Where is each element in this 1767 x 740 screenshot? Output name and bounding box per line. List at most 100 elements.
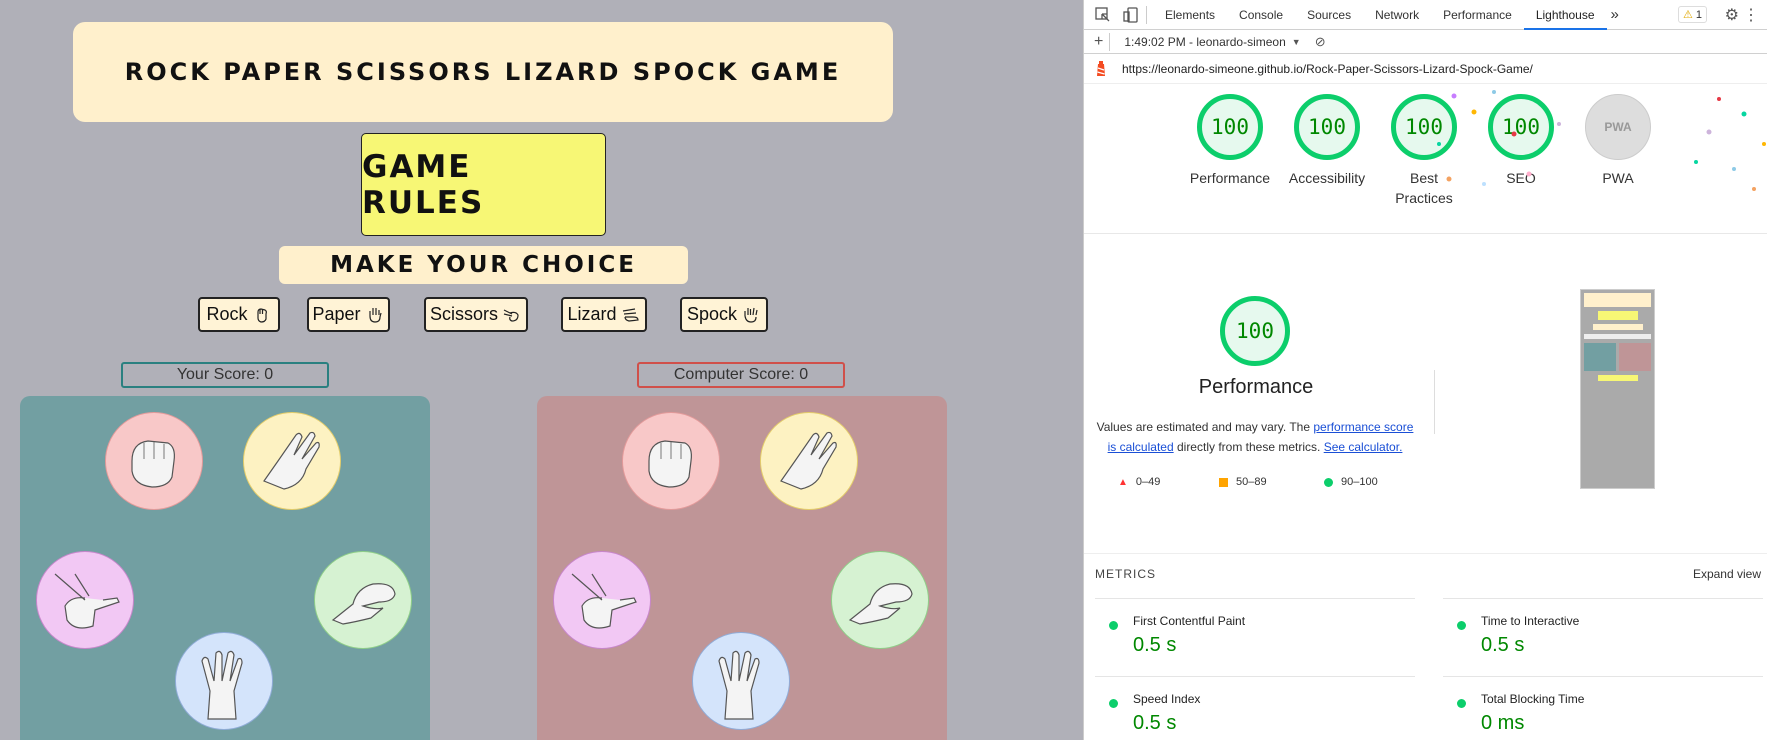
circle-icon [1324, 477, 1333, 487]
dropdown-arrow-icon[interactable]: ▼ [1292, 37, 1301, 47]
inspect-icon[interactable] [1094, 6, 1112, 24]
scissors-hand-icon [54, 573, 120, 629]
toolbar-divider [1146, 5, 1147, 24]
performance-note: Values are estimated and may vary. The p… [1095, 417, 1415, 457]
thumb-choice [1592, 324, 1643, 330]
metric-total-blocking-time: Total Blocking Time 0 ms [1443, 676, 1763, 740]
performance-score-gauge: 100 [1220, 296, 1290, 366]
more-tabs-button[interactable]: » [1607, 0, 1623, 30]
lizard-hand-icon [848, 583, 913, 625]
audited-url-bar: https://leonardo-simeone.github.io/Rock-… [1084, 54, 1767, 84]
metrics-heading: METRICS [1095, 567, 1156, 581]
metric-name: Time to Interactive [1481, 614, 1580, 628]
tab-console[interactable]: Console [1227, 0, 1295, 30]
scissors-button[interactable]: Scissors [424, 297, 528, 332]
vulcan-salute-icon [744, 307, 758, 323]
lizard-hand-icon [622, 307, 639, 322]
performance-title: Performance [1198, 376, 1314, 398]
paper-label: Paper [312, 304, 361, 324]
lizard-hand-icon [331, 583, 396, 625]
scissors-hand-icon [571, 573, 637, 629]
toolbar-divider [1109, 32, 1111, 51]
spock-label: Spock [686, 304, 738, 324]
computer-lizard-choice [831, 551, 929, 649]
computer-scissors-choice [553, 551, 651, 649]
make-choice-heading: MAKE YOUR CHOICE [279, 246, 688, 284]
tab-sources[interactable]: Sources [1295, 0, 1363, 30]
audited-url[interactable]: https://leonardo-simeone.github.io/Rock-… [1122, 62, 1533, 76]
performance-section: 100 Performance Values are estimated and… [1084, 234, 1767, 554]
computer-paper-choice [760, 412, 858, 510]
legend-label: 0–49 [1135, 476, 1161, 488]
computer-board [537, 396, 947, 740]
warning-icon: ⚠ [1682, 9, 1693, 21]
player-lizard-choice[interactable] [314, 551, 412, 649]
pass-dot-icon [1109, 621, 1118, 630]
score-gauges: 100 Performance 100 Accessibility 100 Be… [1084, 84, 1767, 234]
expand-view-toggle[interactable]: Expand view [1693, 567, 1761, 581]
computer-spock-choice [692, 632, 790, 730]
thumb-title [1584, 293, 1651, 307]
metric-value: 0 ms [1481, 712, 1525, 734]
triangle-icon: ▲ [1118, 476, 1128, 488]
see-calculator-link[interactable]: See calculator. [1324, 440, 1403, 454]
pass-dot-icon [1109, 699, 1118, 708]
metric-value: 0.5 s [1481, 634, 1525, 656]
game-title-banner: ROCK PAPER SCISSORS LIZARD SPOCK GAME [73, 22, 893, 122]
section-divider [1434, 370, 1435, 434]
device-toggle-icon[interactable] [1122, 6, 1140, 24]
legend-average: 50–89 [1219, 476, 1267, 488]
lizard-label: Lizard [567, 304, 617, 324]
metric-name: First Contentful Paint [1133, 614, 1246, 628]
rock-button[interactable]: Rock [198, 297, 280, 332]
legend-fail: ▲ 0–49 [1118, 476, 1160, 488]
metric-name: Total Blocking Time [1481, 692, 1585, 706]
settings-gear-icon[interactable]: ⚙ [1725, 5, 1739, 25]
lizard-button[interactable]: Lizard [561, 297, 647, 332]
gauge-performance[interactable]: 100 Performance [1180, 94, 1280, 188]
tab-lighthouse[interactable]: Lighthouse [1523, 0, 1607, 30]
tab-performance[interactable]: Performance [1431, 0, 1524, 30]
computer-score: Computer Score: 0 [637, 362, 845, 388]
game-page: ROCK PAPER SCISSORS LIZARD SPOCK GAME GA… [0, 0, 1083, 740]
player-spock-choice[interactable] [175, 632, 273, 730]
note-text: directly from these metrics. [1173, 440, 1324, 454]
tab-network[interactable]: Network [1363, 0, 1431, 30]
tab-elements[interactable]: Elements [1153, 0, 1227, 30]
paper-button[interactable]: Paper [307, 297, 390, 332]
devtools-panel: Elements Console Sources Network Perform… [1083, 0, 1767, 740]
player-paper-choice[interactable] [243, 412, 341, 510]
make-choice-label: MAKE YOUR CHOICE [330, 252, 637, 278]
legend-pass: 90–100 [1324, 476, 1378, 488]
metric-time-to-interactive: Time to Interactive 0.5 s [1443, 598, 1763, 676]
rock-label: Rock [206, 304, 248, 324]
page-screenshot-thumbnail[interactable] [1580, 289, 1655, 489]
new-report-icon[interactable]: + [1094, 33, 1103, 51]
thumb-computer-board [1619, 343, 1651, 371]
metric-first-contentful-paint: First Contentful Paint 0.5 s [1095, 598, 1415, 676]
gauge-score: 100 [1197, 94, 1263, 160]
thumb-player-board [1584, 343, 1616, 371]
metric-value: 0.5 s [1133, 634, 1177, 656]
more-options-icon[interactable]: ⋮ [1743, 5, 1759, 25]
player-scissors-choice[interactable] [36, 551, 134, 649]
metric-name: Speed Index [1133, 692, 1201, 706]
warnings-badge[interactable]: ⚠ 1 [1677, 6, 1707, 23]
thumb-buttons [1584, 334, 1651, 339]
scissors-label: Scissors [429, 304, 498, 324]
computer-rock-choice [622, 412, 720, 510]
game-rules-button[interactable]: GAME RULES [361, 133, 606, 236]
spock-button[interactable]: Spock [680, 297, 768, 332]
note-text: Values are estimated and may vary. The [1096, 420, 1314, 434]
open-hand-icon [780, 431, 837, 490]
clear-icon[interactable]: ⊘ [1315, 34, 1326, 50]
fist-icon [648, 440, 692, 488]
pass-dot-icon [1457, 621, 1466, 630]
report-selector[interactable]: 1:49:02 PM - leonardo-simeon [1124, 35, 1285, 49]
game-title: ROCK PAPER SCISSORS LIZARD SPOCK GAME [124, 58, 842, 86]
fist-icon [256, 307, 267, 323]
lighthouse-toolbar: + 1:49:02 PM - leonardo-simeon ▼ ⊘ [1084, 30, 1767, 54]
player-rock-choice[interactable] [105, 412, 203, 510]
fist-icon [131, 440, 175, 488]
legend-label: 90–100 [1341, 476, 1378, 488]
